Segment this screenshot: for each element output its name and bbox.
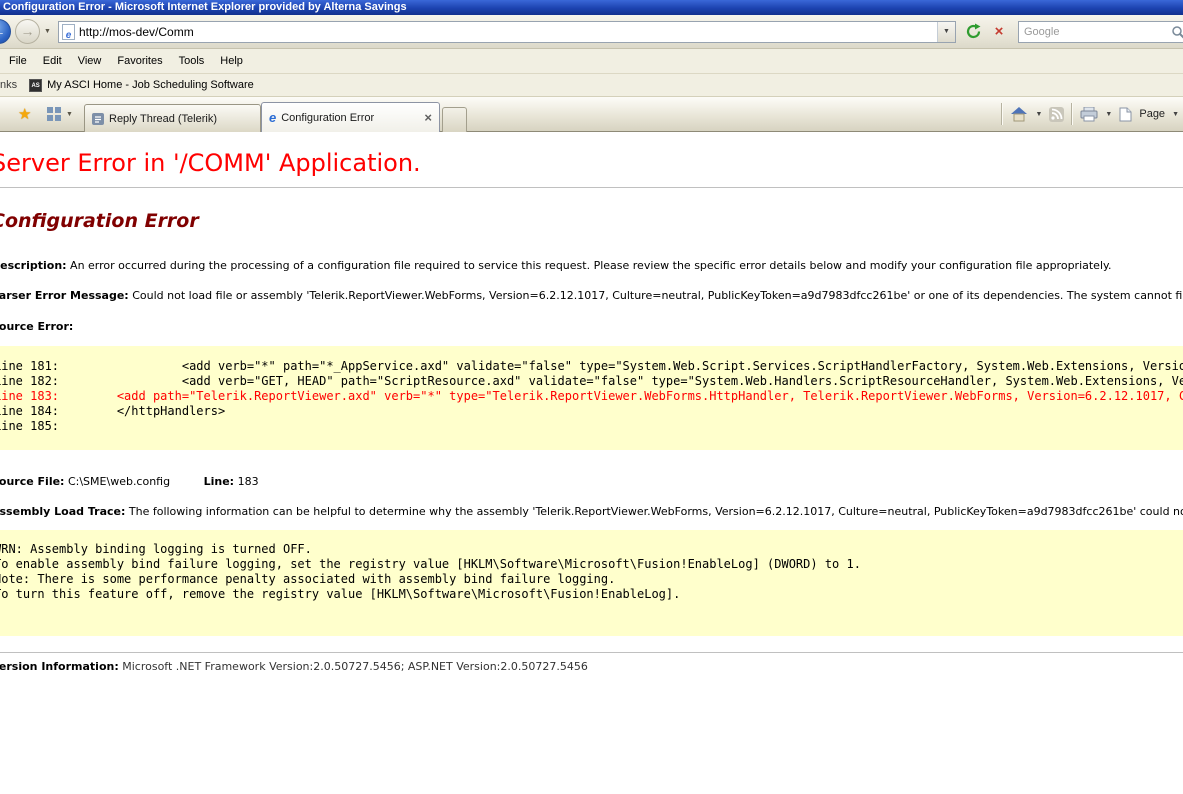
close-tab-icon[interactable]: ×	[424, 110, 432, 125]
tab-reply-thread[interactable]: Reply Thread (Telerik)	[84, 104, 261, 132]
back-button[interactable]: ←	[0, 19, 11, 44]
ie-page-icon: e	[62, 24, 75, 41]
stop-button[interactable]: ×	[988, 23, 1010, 43]
forward-arrow-icon: →	[20, 23, 35, 39]
source-file-row: Source File: C:\SME\web.config Line: 183	[0, 475, 1183, 488]
quick-tabs-icon[interactable]	[47, 107, 61, 121]
menu-item[interactable]: Tools	[171, 51, 213, 71]
page-dropdown[interactable]: ▼	[1172, 111, 1179, 118]
description-text: An error occurred during the processing …	[70, 259, 1112, 272]
menu-item[interactable]: Favorites	[109, 51, 170, 71]
assembly-trace-text: The following information can be helpful…	[128, 505, 1183, 518]
address-input[interactable]	[79, 25, 937, 39]
refresh-button[interactable]	[962, 23, 984, 43]
menu-item[interactable]: Edit	[35, 51, 70, 71]
source-error-box: Line 181: <add verb="*" path="*_AppServi…	[0, 346, 1183, 450]
parser-error-text: Could not load file or assembly 'Telerik…	[132, 289, 1183, 302]
command-bar: ▼ ▼ Page ▼	[1001, 103, 1179, 125]
print-dropdown[interactable]: ▼	[1105, 111, 1112, 118]
description-row: Description: An error occurred during th…	[0, 259, 1183, 272]
fusion-log-line: To turn this feature off, remove the reg…	[0, 587, 681, 601]
line-number: 183	[237, 475, 259, 488]
version-info-label: Version Information:	[0, 660, 119, 673]
new-tab-stub[interactable]	[442, 107, 467, 132]
separator	[1001, 103, 1004, 125]
search-input[interactable]	[1019, 26, 1171, 38]
assembly-trace-label: Assembly Load Trace:	[0, 505, 126, 518]
source-error-row: Source Error:	[0, 320, 1183, 333]
search-icon[interactable]	[1171, 25, 1183, 39]
links-bar-label: nks	[0, 79, 18, 91]
address-dropdown[interactable]: ▼	[937, 22, 955, 42]
browser-window: Configuration Error - Microsoft Internet…	[0, 0, 1183, 794]
forward-button[interactable]: →	[15, 19, 40, 44]
links-bar: nks AS My ASCI Home - Job Scheduling Sof…	[0, 74, 1183, 97]
print-icon[interactable]	[1080, 106, 1098, 122]
parser-error-row: Parser Error Message: Could not load fil…	[0, 289, 1183, 302]
page-content: Server Error in '/COMM' Application. Con…	[0, 132, 1183, 794]
page-icon	[1119, 107, 1132, 121]
favorites-star-icon[interactable]: ★	[18, 105, 31, 123]
version-info-row: Version Information: Microsoft .NET Fram…	[0, 660, 1183, 673]
title-bar[interactable]: Configuration Error - Microsoft Internet…	[0, 0, 1183, 15]
tab-list-dropdown[interactable]: ▼	[66, 111, 73, 118]
search-box	[1018, 21, 1183, 43]
menu-bar: File Edit View Favorites Tools Help	[0, 49, 1183, 74]
divider	[0, 652, 1183, 653]
links-bar-link[interactable]: AS My ASCI Home - Job Scheduling Softwar…	[29, 78, 254, 92]
description-label: Description:	[0, 259, 67, 272]
navigation-bar: ← → ▼ e ▼ ×	[0, 15, 1183, 49]
tab-bar: ★ ▼ Reply Thread (Telerik) e Configurati…	[0, 97, 1183, 132]
source-file-value: C:\SME\web.config	[67, 475, 171, 488]
version-info-text: Microsoft .NET Framework Version:2.0.507…	[122, 660, 588, 673]
code-line: Line 183: <add path="Telerik.ReportViewe…	[0, 389, 1183, 403]
telerik-site-icon	[92, 112, 104, 125]
code-line: Line 181: <add verb="*" path="*_AppServi…	[0, 359, 1183, 373]
links-bar-link-label: My ASCI Home - Job Scheduling Software	[47, 79, 254, 91]
stop-icon: ×	[994, 23, 1004, 40]
ie-icon: e	[269, 110, 277, 125]
window-title: Configuration Error - Microsoft Internet…	[3, 1, 407, 13]
feeds-icon[interactable]	[1049, 106, 1065, 122]
fusion-log-box: WRN: Assembly binding logging is turned …	[0, 530, 1183, 636]
page-title: Server Error in '/COMM' Application.	[0, 149, 421, 177]
address-bar: e ▼	[58, 21, 956, 43]
menu-item[interactable]: View	[70, 51, 110, 71]
fusion-log-line: To enable assembly bind failure logging,…	[0, 557, 861, 571]
code-line: Line 182: <add verb="GET, HEAD" path="Sc…	[0, 374, 1183, 388]
home-icon[interactable]	[1010, 106, 1028, 122]
divider	[0, 187, 1183, 188]
back-arrow-icon: ←	[0, 23, 6, 39]
menu-item[interactable]: Help	[212, 51, 251, 71]
parser-error-label: Parser Error Message:	[0, 289, 129, 302]
tab-label: Configuration Error	[281, 111, 375, 124]
refresh-icon	[966, 23, 980, 39]
tab-configuration-error[interactable]: e Configuration Error ×	[261, 102, 440, 132]
home-dropdown[interactable]: ▼	[1035, 111, 1042, 118]
asci-home-icon: AS	[29, 78, 43, 92]
page-menu-button[interactable]: Page	[1139, 108, 1165, 120]
line-label: Line:	[203, 475, 235, 488]
menu-item[interactable]: File	[1, 51, 35, 71]
tab-label: Reply Thread (Telerik)	[109, 112, 218, 125]
fusion-log-line: WRN: Assembly binding logging is turned …	[0, 542, 312, 556]
error-subtitle: Configuration Error	[0, 210, 199, 232]
fusion-log-line: Note: There is some performance penalty …	[0, 572, 616, 586]
code-line: Line 184: </httpHandlers>	[0, 404, 226, 418]
source-error-label: Source Error:	[0, 320, 74, 333]
source-file-label: Source File:	[0, 475, 65, 488]
recent-pages-dropdown[interactable]: ▼	[44, 28, 51, 35]
code-line: Line 185:	[0, 419, 60, 433]
assembly-trace-row: Assembly Load Trace: The following infor…	[0, 505, 1183, 518]
separator	[1071, 103, 1074, 125]
